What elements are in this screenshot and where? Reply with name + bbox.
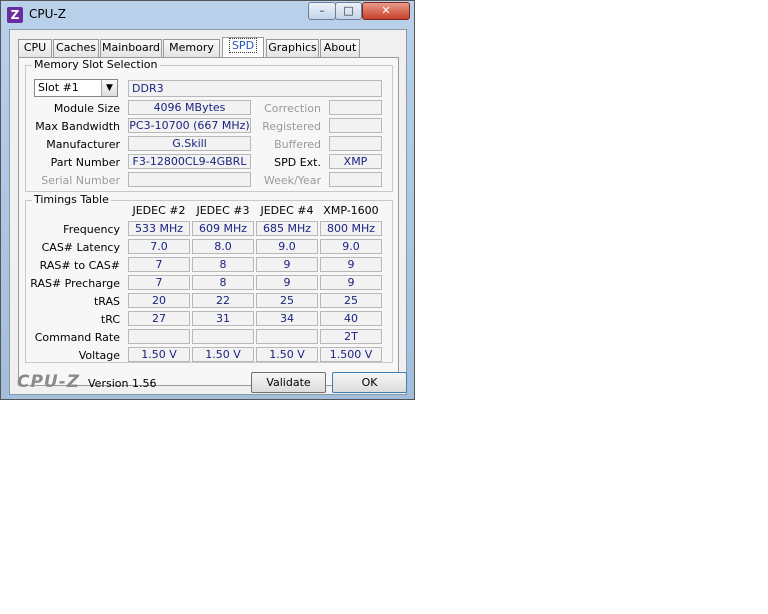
timing-row-label: tRAS (93, 295, 120, 308)
timing-cell: 27 (128, 311, 190, 326)
timing-cell: 685 MHz (256, 221, 318, 236)
close-icon: ✕ (381, 4, 391, 17)
timing-row-label: CAS# Latency (41, 241, 120, 254)
cpuz-logo: CPU-Z (17, 372, 81, 392)
registered-value (329, 118, 382, 133)
client-area: CPU Caches Mainboard Memory SPD Graphics… (9, 29, 407, 395)
timing-cell: 2T (320, 329, 382, 344)
tab-cpu[interactable]: CPU (18, 39, 52, 57)
timing-cell: 8 (192, 257, 254, 272)
timing-cell: 800 MHz (320, 221, 382, 236)
spd-ext-label: SPD Ext. (274, 156, 321, 169)
timing-cell: 533 MHz (128, 221, 190, 236)
correction-label: Correction (264, 102, 321, 115)
tab-caches[interactable]: Caches (53, 39, 99, 57)
tab-memory[interactable]: Memory (163, 39, 220, 57)
timing-cell: 9.0 (256, 239, 318, 254)
timing-cell: 7.0 (128, 239, 190, 254)
memory-slot-group: Memory Slot Selection Slot #1 ▼ DDR3 Mod… (25, 58, 393, 192)
timing-cell: 34 (256, 311, 318, 326)
timing-cell: 9.0 (320, 239, 382, 254)
timing-cell (128, 329, 190, 344)
chevron-down-icon[interactable]: ▼ (101, 80, 117, 96)
buffered-value (329, 136, 382, 151)
timing-cell (192, 329, 254, 344)
timing-row-label: Command Rate (34, 331, 120, 344)
part-number-value: F3-12800CL9-4GBRL (128, 154, 251, 169)
column-header: JEDEC #3 (196, 204, 250, 217)
memory-slot-legend: Memory Slot Selection (32, 58, 160, 71)
serial-number-value (128, 172, 251, 187)
title-bar[interactable]: Z CPU-Z – □ ✕ (1, 1, 414, 28)
column-header: JEDEC #2 (132, 204, 186, 217)
tab-about[interactable]: About (320, 39, 360, 57)
spd-panel: Memory Slot Selection Slot #1 ▼ DDR3 Mod… (18, 57, 399, 386)
registered-label: Registered (262, 120, 321, 133)
timing-cell: 8 (192, 275, 254, 290)
timing-cell: 22 (192, 293, 254, 308)
max-bandwidth-value: PC3-10700 (667 MHz) (128, 118, 251, 133)
version-text: Version 1.56 (88, 377, 157, 390)
tab-graphics[interactable]: Graphics (266, 39, 319, 57)
timing-cell: 609 MHz (192, 221, 254, 236)
max-bandwidth-label: Max Bandwidth (35, 120, 120, 133)
timing-row-label: Voltage (78, 349, 120, 362)
validate-button[interactable]: Validate (251, 372, 326, 393)
timing-row-label: tRC (100, 313, 120, 326)
timing-cell: 25 (320, 293, 382, 308)
timing-cell: 9 (320, 275, 382, 290)
manufacturer-value: G.Skill (128, 136, 251, 151)
window-title: CPU-Z (29, 7, 66, 21)
timing-cell: 7 (128, 257, 190, 272)
memory-type-field: DDR3 (128, 80, 382, 97)
slot-select-value: Slot #1 (38, 81, 79, 94)
week-year-value (329, 172, 382, 187)
timing-cell: 9 (256, 257, 318, 272)
cpuz-app-icon: Z (7, 7, 23, 23)
manufacturer-label: Manufacturer (46, 138, 120, 151)
timing-cell: 20 (128, 293, 190, 308)
part-number-label: Part Number (50, 156, 120, 169)
timing-cell: 40 (320, 311, 382, 326)
timings-table-legend: Timings Table (32, 193, 111, 206)
timing-cell (256, 329, 318, 344)
tab-mainboard[interactable]: Mainboard (100, 39, 162, 57)
week-year-label: Week/Year (263, 174, 321, 187)
column-header: JEDEC #4 (260, 204, 314, 217)
timing-cell: 8.0 (192, 239, 254, 254)
timing-cell: 25 (256, 293, 318, 308)
timing-cell: 9 (256, 275, 318, 290)
minimize-icon: – (319, 4, 325, 17)
maximize-button[interactable]: □ (335, 2, 362, 20)
timing-cell: 9 (320, 257, 382, 272)
module-size-value: 4096 MBytes (128, 100, 251, 115)
cpuz-window: Z CPU-Z – □ ✕ CPU Caches Mainboard Memor… (0, 0, 415, 400)
serial-number-label: Serial Number (41, 174, 120, 187)
timing-cell: 1.50 V (192, 347, 254, 362)
timing-cell: 1.500 V (320, 347, 382, 362)
timing-cell: 7 (128, 275, 190, 290)
timing-row-label: RAS# Precharge (30, 277, 120, 290)
maximize-icon: □ (343, 4, 354, 17)
timing-row-label: RAS# to CAS# (39, 259, 120, 272)
slot-select[interactable]: Slot #1 ▼ (34, 79, 118, 97)
close-button[interactable]: ✕ (362, 2, 410, 20)
module-size-label: Module Size (53, 102, 120, 115)
timing-row-label: Frequency (63, 223, 120, 236)
ok-button[interactable]: OK (332, 372, 407, 393)
timings-table-group: Timings Table JEDEC #2 JEDEC #3 JEDEC #4… (25, 193, 393, 363)
spd-ext-value: XMP (329, 154, 382, 169)
correction-value (329, 100, 382, 115)
tab-spd[interactable]: SPD (222, 37, 264, 58)
timing-cell: 1.50 V (128, 347, 190, 362)
timing-cell: 1.50 V (256, 347, 318, 362)
timing-cell: 31 (192, 311, 254, 326)
column-header: XMP-1600 (323, 204, 379, 217)
buffered-label: Buffered (274, 138, 321, 151)
minimize-button[interactable]: – (308, 2, 336, 20)
